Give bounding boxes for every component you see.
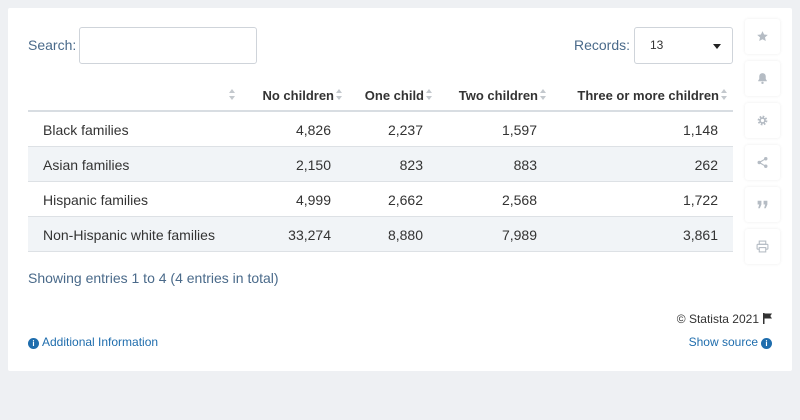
- sort-icon: [426, 89, 433, 101]
- cell-one-child: 8,880: [387, 227, 423, 243]
- print-button[interactable]: [745, 229, 780, 264]
- sort-icon[interactable]: [229, 89, 236, 101]
- column-header-two-children[interactable]: Two children: [459, 88, 547, 103]
- cell-three-or-more: 3,861: [682, 227, 718, 243]
- share-button[interactable]: [745, 145, 780, 180]
- info-icon: i: [28, 338, 39, 349]
- sort-icon: [540, 89, 547, 101]
- records-select-value: 13: [650, 38, 664, 52]
- cell-three-or-more: 262: [694, 157, 718, 173]
- column-header-three-or-more[interactable]: Three or more children: [577, 88, 728, 103]
- cell-no-children: 2,150: [295, 157, 331, 173]
- table-row: Hispanic families 4,999 2,662 2,568 1,72…: [28, 182, 733, 217]
- search-input[interactable]: [79, 27, 257, 64]
- table-header: No children One child Two children Three…: [28, 78, 733, 112]
- row-label: Asian families: [43, 157, 130, 173]
- column-header-no-children[interactable]: No children: [262, 88, 343, 103]
- show-source-link[interactable]: Show source i: [689, 335, 772, 349]
- cell-one-child: 823: [399, 157, 423, 173]
- cell-two-children: 883: [513, 157, 537, 173]
- print-icon: [756, 240, 769, 253]
- sort-icon: [336, 89, 343, 101]
- bell-icon: [758, 73, 767, 85]
- row-label: Black families: [43, 122, 129, 138]
- search-label: Search:: [28, 37, 77, 53]
- chevron-down-icon: [713, 44, 721, 49]
- cell-one-child: 2,662: [387, 192, 423, 208]
- data-table: No children One child Two children Three…: [28, 78, 733, 252]
- cell-one-child: 2,237: [387, 122, 423, 138]
- table-row: Black families 4,826 2,237 1,597 1,148: [28, 112, 733, 147]
- copyright: © Statista 2021: [677, 312, 772, 326]
- cell-two-children: 1,597: [501, 122, 537, 138]
- cell-no-children: 33,274: [288, 227, 331, 243]
- cell-two-children: 2,568: [501, 192, 537, 208]
- cell-three-or-more: 1,722: [682, 192, 718, 208]
- cell-no-children: 4,999: [295, 192, 331, 208]
- records-select[interactable]: 13: [634, 27, 733, 64]
- cell-no-children: 4,826: [295, 122, 331, 138]
- table-row: Non-Hispanic white families 33,274 8,880…: [28, 217, 733, 252]
- row-label: Hispanic families: [43, 192, 149, 208]
- cell-two-children: 7,989: [501, 227, 537, 243]
- gear-icon: [757, 115, 768, 126]
- quote-icon: [757, 200, 768, 209]
- records-label: Records:: [574, 37, 631, 53]
- share-icon: [757, 156, 768, 169]
- additional-information-link[interactable]: i Additional Information: [28, 335, 158, 349]
- star-icon: [757, 31, 768, 42]
- table-row: Asian families 2,150 823 883 262: [28, 147, 733, 182]
- info-icon: i: [761, 338, 772, 349]
- cell-three-or-more: 1,148: [682, 122, 718, 138]
- row-label: Non-Hispanic white families: [43, 227, 215, 243]
- settings-button[interactable]: [745, 103, 780, 138]
- entries-summary: Showing entries 1 to 4 (4 entries in tot…: [28, 270, 279, 286]
- notification-button[interactable]: [745, 61, 780, 96]
- sort-icon: [721, 89, 728, 101]
- flag-icon: [763, 313, 772, 324]
- star-button[interactable]: [745, 19, 780, 54]
- cite-button[interactable]: [745, 187, 780, 222]
- column-header-one-child[interactable]: One child: [365, 88, 433, 103]
